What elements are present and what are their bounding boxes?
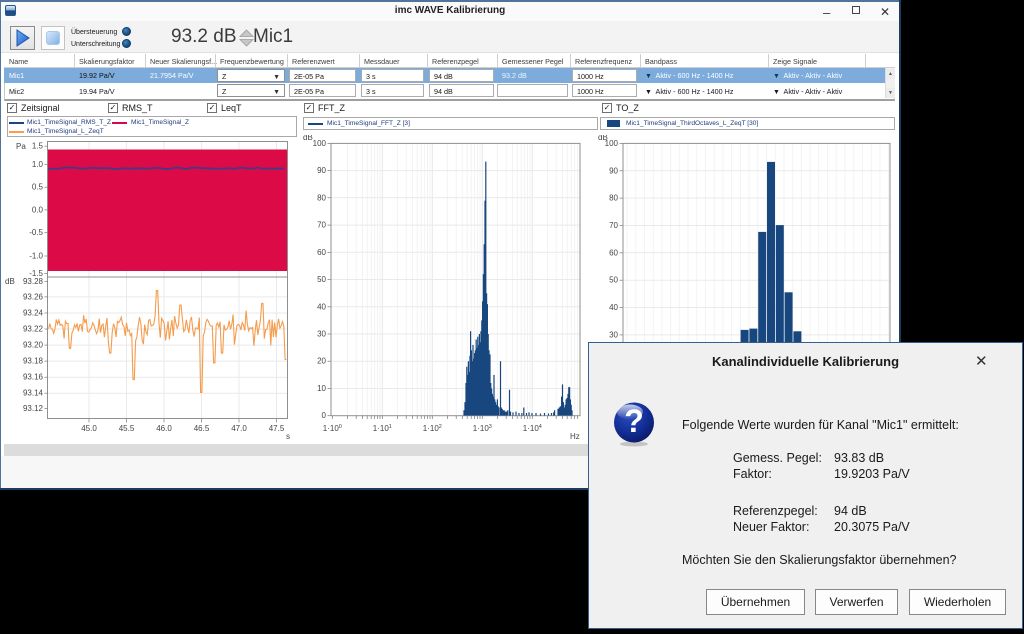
svg-text:100: 100: [313, 139, 327, 148]
svg-text:30: 30: [609, 330, 618, 339]
svg-text:47.5: 47.5: [269, 424, 285, 433]
svg-text:93.14: 93.14: [23, 389, 44, 398]
svg-text:93.26: 93.26: [23, 292, 44, 301]
svg-text:20: 20: [317, 357, 326, 366]
svg-text:80: 80: [317, 193, 326, 202]
svg-text:93.18: 93.18: [23, 357, 44, 366]
svg-text:10: 10: [317, 384, 326, 393]
svg-text:1·102: 1·102: [423, 424, 442, 433]
svg-text:90: 90: [609, 166, 618, 175]
svg-text:0: 0: [322, 411, 327, 420]
svg-text:93.24: 93.24: [23, 309, 44, 318]
svg-text:1·100: 1·100: [323, 424, 342, 433]
svg-text:1·104: 1·104: [523, 424, 542, 433]
svg-text:s: s: [286, 432, 290, 441]
svg-text:40: 40: [317, 302, 326, 311]
svg-text:100: 100: [605, 139, 619, 148]
svg-text:1.0: 1.0: [32, 160, 44, 169]
svg-text:93.16: 93.16: [23, 373, 44, 382]
svg-text:Pa: Pa: [16, 142, 26, 151]
svg-text:70: 70: [609, 221, 618, 230]
svg-text:50: 50: [609, 276, 618, 285]
svg-text:-1.0: -1.0: [29, 252, 43, 261]
svg-text:93.12: 93.12: [23, 404, 44, 413]
svg-text:Hz: Hz: [570, 432, 580, 441]
svg-text:93.22: 93.22: [23, 325, 44, 334]
svg-text:60: 60: [317, 248, 326, 257]
svg-text:70: 70: [317, 221, 326, 230]
svg-text:60: 60: [609, 248, 618, 257]
svg-text:0.5: 0.5: [32, 183, 44, 192]
svg-text:93.20: 93.20: [23, 341, 44, 350]
svg-text:50: 50: [317, 275, 326, 284]
svg-text:46.5: 46.5: [194, 424, 210, 433]
svg-text:1.5: 1.5: [32, 142, 44, 151]
svg-text:80: 80: [609, 194, 618, 203]
svg-text:90: 90: [317, 166, 326, 175]
svg-text:93.28: 93.28: [23, 277, 44, 286]
svg-text:40: 40: [609, 303, 618, 312]
svg-text:dB: dB: [303, 135, 313, 142]
svg-text:46.0: 46.0: [156, 424, 172, 433]
svg-text:47.0: 47.0: [231, 424, 247, 433]
svg-text:45.5: 45.5: [119, 424, 135, 433]
svg-text:1·103: 1·103: [473, 424, 492, 433]
svg-text:30: 30: [317, 330, 326, 339]
svg-text:?: ?: [624, 403, 644, 439]
svg-text:1·101: 1·101: [373, 424, 392, 433]
svg-text:0.0: 0.0: [32, 205, 44, 214]
svg-text:45.0: 45.0: [81, 424, 97, 433]
svg-text:dB: dB: [5, 277, 15, 286]
svg-text:-0.5: -0.5: [29, 228, 43, 237]
